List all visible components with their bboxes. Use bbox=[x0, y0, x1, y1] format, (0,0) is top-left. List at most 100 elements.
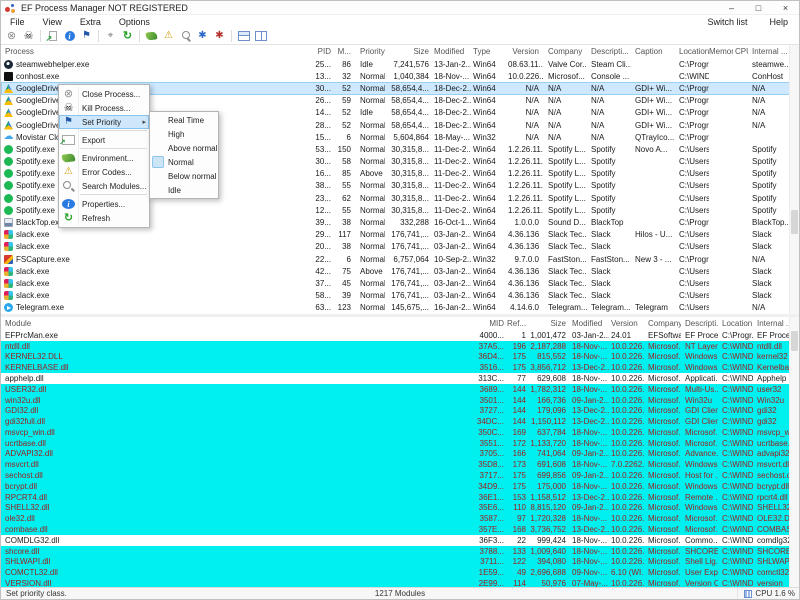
column-header-module[interactable]: Module bbox=[1, 319, 461, 328]
module-vertical-scrollbar[interactable] bbox=[789, 317, 799, 589]
column-header-cpu[interactable]: CPU bbox=[733, 47, 748, 56]
error-codes-button[interactable] bbox=[160, 29, 177, 44]
menu-item-idle[interactable]: Idle bbox=[150, 183, 218, 197]
column-header-modified[interactable]: Modified bbox=[569, 319, 609, 328]
column-header-location[interactable]: Location bbox=[718, 319, 753, 328]
column-header-mid[interactable]: MID bbox=[461, 319, 507, 328]
column-header-m[interactable]: M... bbox=[333, 47, 355, 56]
module-row[interactable]: sechost.dll 3717... 175 699,856 09-Jan-2... 1… bbox=[1, 470, 799, 481]
menu-item-below-normal[interactable]: Below normal bbox=[150, 169, 218, 183]
menu-item-set-priority[interactable]: Set Priority ▸ bbox=[59, 115, 149, 129]
column-header-memory[interactable]: Memory bbox=[709, 47, 733, 56]
column-header-version[interactable]: Version bbox=[609, 319, 644, 328]
menu-extra[interactable]: Extra bbox=[71, 17, 110, 27]
module-row[interactable]: gdi32full.dll 34DC... 144 1,150,112 13-Dec-2… bbox=[1, 416, 799, 428]
menu-item-environment[interactable]: Environment... bbox=[59, 151, 149, 165]
column-header-type[interactable]: Type bbox=[471, 47, 508, 56]
properties-button[interactable] bbox=[61, 29, 78, 44]
column-header-process[interactable]: Process bbox=[1, 47, 291, 56]
module-row[interactable]: msvcrt.dll 35D8... 173 691,608 18-Nov-... 7.0… bbox=[1, 459, 799, 471]
module-row[interactable]: win32u.dll 3501... 144 166,736 09-Jan-2... 10… bbox=[1, 394, 799, 406]
search-modules-button[interactable] bbox=[177, 29, 194, 44]
column-header-version[interactable]: Version bbox=[508, 47, 543, 56]
module-row[interactable]: COMDLG32.dll 36F3... 22 999,424 18-Nov-... 10… bbox=[1, 535, 799, 546]
column-header-internal[interactable]: Internal ... bbox=[748, 47, 791, 56]
menu-view[interactable]: View bbox=[34, 17, 71, 27]
module-row[interactable]: RPCRT4.dll 36E1... 153 1,158,512 13-Dec-2...… bbox=[1, 491, 799, 503]
menu-item-normal[interactable]: Normal bbox=[150, 155, 218, 169]
column-header-pid[interactable]: PID bbox=[291, 47, 333, 56]
module-row[interactable]: msvcp_win.dll 350C... 169 637,784 18-Nov-...… bbox=[1, 427, 799, 438]
column-header-size[interactable]: Size bbox=[529, 319, 569, 328]
menu-item-kill-process[interactable]: Kill Process... bbox=[59, 101, 149, 115]
menu-file[interactable]: File bbox=[1, 17, 34, 27]
set-priority-button[interactable] bbox=[78, 29, 95, 44]
menu-item-error-codes[interactable]: Error Codes... bbox=[59, 165, 149, 179]
split-horizontal-button[interactable] bbox=[235, 29, 252, 44]
minimize-button[interactable]: – bbox=[718, 1, 745, 14]
menu-item-properties[interactable]: Properties... bbox=[59, 197, 149, 211]
scrollbar-thumb[interactable] bbox=[791, 210, 798, 234]
processes-button[interactable] bbox=[194, 29, 211, 44]
close-button[interactable]: × bbox=[772, 1, 799, 14]
menu-item-above-normal[interactable]: Above normal bbox=[150, 141, 218, 155]
module-row[interactable]: ole32.dll 3587... 97 1,720,328 18-Nov-... 10.… bbox=[1, 513, 799, 525]
cell: 4000... bbox=[479, 330, 504, 340]
module-row[interactable]: apphelp.dll 313C... 77 629,608 18-Nov-... 10.… bbox=[1, 373, 799, 384]
module-row[interactable]: SHLWAPI.dll 3711... 122 394,080 18-Nov-... 10… bbox=[1, 556, 799, 568]
process-row[interactable]: steamwebhelper.exe 25... 86 Idle 7,241,576 13… bbox=[1, 58, 799, 70]
environment-button[interactable] bbox=[143, 29, 160, 44]
module-row[interactable]: KERNEL32.DLL 36D4... 175 815,552 18-Nov-... 1… bbox=[1, 351, 799, 363]
menu-options[interactable]: Options bbox=[110, 17, 159, 27]
pin-button[interactable] bbox=[102, 29, 119, 44]
menu-help[interactable]: Help bbox=[758, 17, 799, 27]
module-row[interactable]: COMCTL32.dll 1E59... 49 2,696,688 09-Nov-...… bbox=[1, 567, 799, 578]
split-vertical-button[interactable] bbox=[252, 29, 269, 44]
column-header-company[interactable]: Company bbox=[543, 47, 587, 56]
menu-item-search-modules[interactable]: Search Modules... bbox=[59, 179, 149, 193]
module-row[interactable]: USER32.dll 3689... 144 1,782,312 18-Nov-... 1… bbox=[1, 383, 799, 395]
close-process-button[interactable] bbox=[3, 29, 20, 44]
maximize-button[interactable]: □ bbox=[745, 1, 772, 14]
scrollbar-thumb[interactable] bbox=[791, 331, 798, 351]
menu-item-high[interactable]: High bbox=[150, 127, 218, 141]
process-vertical-scrollbar[interactable] bbox=[789, 45, 799, 314]
module-row[interactable]: ADVAPI32.dll 3705... 166 741,064 09-Jan-2...… bbox=[1, 448, 799, 460]
module-row[interactable]: SHELL32.dll 35E6... 110 8,815,120 09-Jan-2..… bbox=[1, 502, 799, 514]
module-row[interactable]: shcore.dll 3788... 133 1,009,640 18-Nov-... 1… bbox=[1, 545, 799, 557]
module-row[interactable]: combase.dll 357E... 168 3,736,752 13-Dec-2..… bbox=[1, 524, 799, 535]
module-row[interactable]: KERNELBASE.dll 3516... 175 3,856,712 13-Dec-… bbox=[1, 362, 799, 374]
process-row[interactable]: slack.exe 29... 117 Normal 176,741,... 03-Jan… bbox=[1, 229, 799, 241]
menu-switch-list[interactable]: Switch list bbox=[696, 17, 758, 27]
module-row[interactable]: bcrypt.dll 34D9... 175 175,000 18-Nov-... 10.… bbox=[1, 480, 799, 492]
column-header-ref[interactable]: Ref... bbox=[507, 319, 529, 328]
process-row[interactable]: slack.exe 37... 45 Normal 176,741,... 03-Jan-… bbox=[1, 277, 799, 289]
column-header-descripti[interactable]: Descripti... bbox=[681, 319, 718, 328]
process-row[interactable]: Telegram.exe 63... 123 Normal 145,675,... 16-… bbox=[1, 302, 799, 314]
module-row[interactable]: ucrtbase.dll 3551... 172 1,133,720 18-Nov-..… bbox=[1, 437, 799, 449]
export-button[interactable] bbox=[44, 29, 61, 44]
process-row[interactable]: FSCapture.exe 22... 6 Normal 6,757,064 10-Sep… bbox=[1, 253, 799, 265]
process-row[interactable]: slack.exe 58... 39 Normal 176,741,... 03-Jan-… bbox=[1, 290, 799, 302]
process-row[interactable]: conhost.exe 13... 32 Normal 1,040,384 18-Nov-… bbox=[1, 70, 799, 82]
process-row[interactable]: slack.exe 42... 75 Above n... 176,741,... 03-… bbox=[1, 265, 799, 277]
column-header-company[interactable]: Company bbox=[644, 319, 681, 328]
modules-button[interactable] bbox=[211, 29, 228, 44]
column-header-descripti[interactable]: Descripti... bbox=[587, 47, 631, 56]
column-header-internal[interactable]: Internal ... bbox=[753, 319, 791, 328]
process-row[interactable]: slack.exe 20... 38 Normal 176,741,... 03-Jan-… bbox=[1, 241, 799, 253]
menu-item-close-process[interactable]: Close Process... bbox=[59, 87, 149, 101]
kill-process-button[interactable] bbox=[20, 29, 37, 44]
column-header-modified[interactable]: Modified bbox=[431, 47, 471, 56]
menu-item-refresh[interactable]: Refresh bbox=[59, 211, 149, 225]
column-header-caption[interactable]: Caption bbox=[631, 47, 675, 56]
module-row[interactable]: ntdll.dll 37A5... 196 2,187,288 18-Nov-... 10… bbox=[1, 340, 799, 352]
column-header-location[interactable]: Location bbox=[675, 47, 709, 56]
menu-item-real-time[interactable]: Real Time bbox=[150, 113, 218, 127]
module-row[interactable]: GDI32.dll 3727... 144 179,096 13-Dec-2... 10.… bbox=[1, 405, 799, 417]
column-header-priority[interactable]: Priority bbox=[355, 47, 385, 56]
refresh-button[interactable] bbox=[119, 29, 136, 44]
column-header-size[interactable]: Size bbox=[385, 47, 431, 56]
module-row[interactable]: EFPrcMan.exe 4000... 1 1,001,472 03-Jan-2...… bbox=[1, 330, 799, 341]
menu-item-export[interactable]: Export bbox=[59, 133, 149, 147]
